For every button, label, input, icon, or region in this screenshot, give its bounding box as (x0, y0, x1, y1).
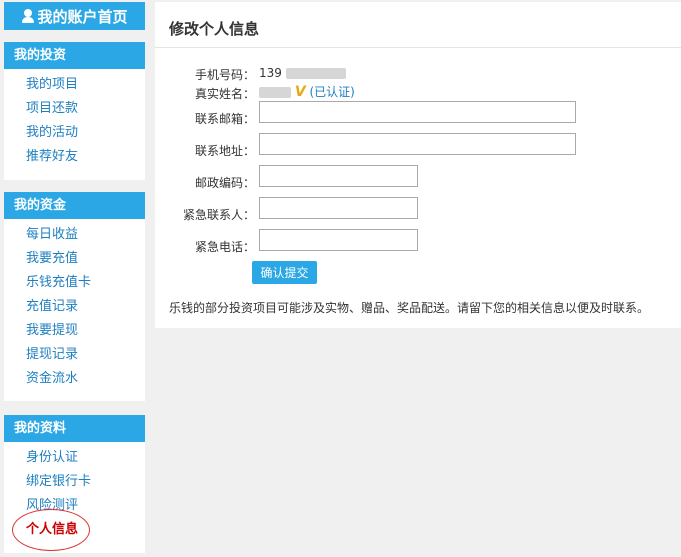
emergency-contact-field[interactable] (259, 197, 418, 219)
page-title: 修改个人信息 (169, 20, 260, 38)
sidebar-item-my-activities[interactable]: 我的活动 (26, 121, 145, 145)
phone-visible: 139 (259, 66, 282, 80)
email-label: 联系邮箱： (194, 112, 255, 126)
verified-badge: (已认证) (309, 85, 355, 99)
email-field[interactable] (259, 101, 576, 123)
sidebar-item-recharge[interactable]: 我要充值 (26, 247, 145, 271)
sidebar-group-investment: 我的投资 我的项目 项目还款 我的活动 推荐好友 (4, 42, 145, 180)
sidebar-item-withdraw[interactable]: 我要提现 (26, 319, 145, 343)
name-redacted (259, 87, 291, 98)
phone-redacted (285, 68, 346, 79)
sidebar-item-daily-earnings[interactable]: 每日收益 (26, 223, 145, 247)
sidebar-item-project-repayment[interactable]: 项目还款 (26, 97, 145, 121)
address-label: 联系地址： (194, 144, 255, 158)
sidebar-item-fund-flow[interactable]: 资金流水 (26, 367, 145, 391)
main-panel: 修改个人信息 手机号码： 139 真实姓名： V (已认证) 联系邮箱： 联系地… (155, 2, 681, 328)
sidebar-item-bind-bank-card[interactable]: 绑定银行卡 (26, 470, 145, 494)
sidebar-item-identity[interactable]: 身份认证 (26, 446, 145, 470)
sidebar-group-title: 我的资料 (4, 415, 145, 442)
title-divider (155, 47, 681, 48)
sidebar-item-withdraw-records[interactable]: 提现记录 (26, 343, 145, 367)
phone-label: 手机号码： (194, 68, 255, 82)
submit-button[interactable]: 确认提交 (252, 261, 317, 284)
emergency-phone-field[interactable] (259, 229, 418, 251)
sidebar-item-recharge-card[interactable]: 乐钱充值卡 (26, 271, 145, 295)
postcode-label: 邮政编码： (194, 176, 255, 190)
name-label: 真实姓名： (194, 87, 255, 101)
user-icon (21, 8, 35, 24)
name-value: V (已认证) (259, 83, 355, 100)
postcode-field[interactable] (259, 165, 418, 187)
sidebar-group-title: 我的资金 (4, 192, 145, 219)
phone-value: 139 (259, 66, 346, 80)
sidebar-item-refer-friends[interactable]: 推荐好友 (26, 145, 145, 169)
notice-text: 乐钱的部分投资项目可能涉及实物、赠品、奖品配送。请留下您的相关信息以便及时联系。 (169, 301, 650, 315)
emergency-contact-label: 紧急联系人： (182, 208, 255, 222)
sidebar-group-funds: 我的资金 每日收益 我要充值 乐钱充值卡 充值记录 我要提现 提现记录 资金流水 (4, 192, 145, 401)
highlight-circle (12, 509, 90, 551)
address-field[interactable] (259, 133, 576, 155)
vip-icon: V (294, 84, 306, 100)
sidebar-item-my-projects[interactable]: 我的项目 (26, 73, 145, 97)
sidebar-item-recharge-records[interactable]: 充值记录 (26, 295, 145, 319)
emergency-phone-label: 紧急电话： (194, 240, 255, 254)
account-home-label: 我的账户首页 (37, 7, 128, 26)
account-home-button[interactable]: 我的账户首页 (4, 2, 145, 30)
sidebar-group-title: 我的投资 (4, 42, 145, 69)
